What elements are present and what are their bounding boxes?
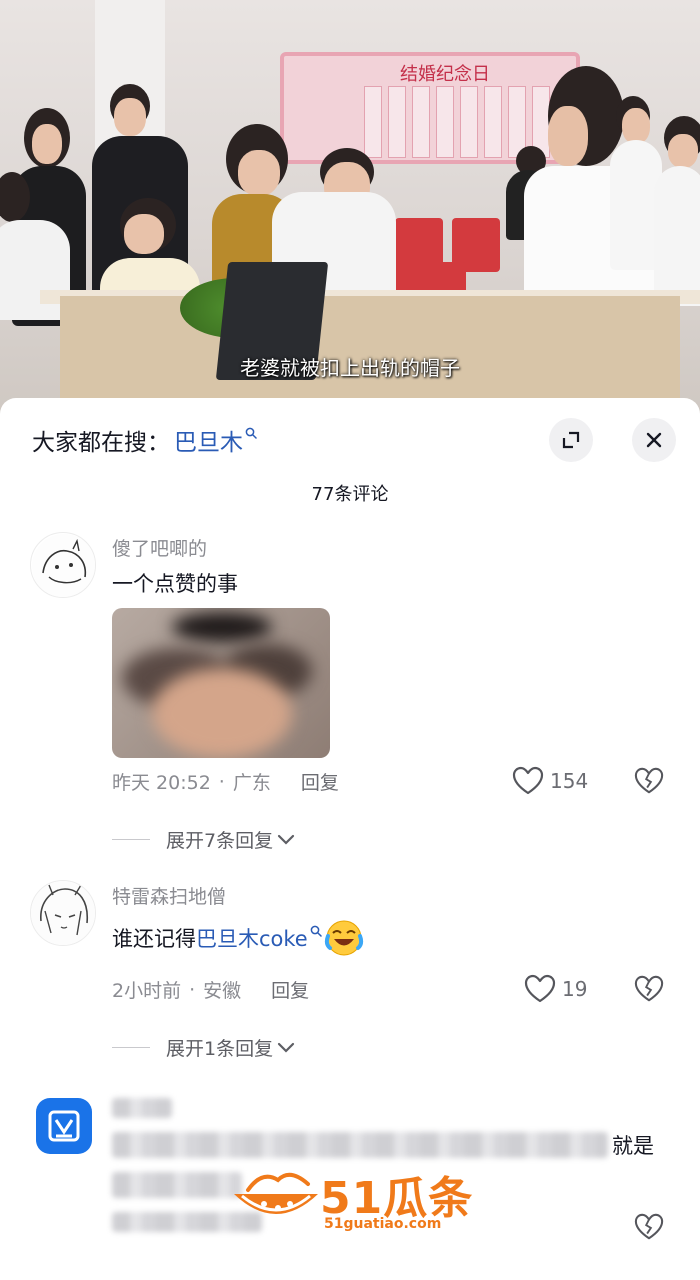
chevron-down-icon bbox=[277, 1042, 295, 1053]
comment-time: 2小时前 bbox=[112, 980, 182, 1002]
blurred-text bbox=[112, 1172, 242, 1198]
like-count: 19 bbox=[562, 977, 588, 1001]
dislike-button[interactable] bbox=[634, 766, 664, 800]
heart-icon bbox=[512, 766, 544, 795]
avatar-anime-icon bbox=[31, 881, 95, 945]
laughing-crying-emoji bbox=[324, 920, 363, 956]
broken-heart-icon bbox=[634, 1213, 664, 1240]
reply-button[interactable]: 回复 bbox=[301, 768, 339, 795]
comment-location: 广东 bbox=[232, 772, 271, 794]
meta-dot: · bbox=[189, 978, 196, 1001]
watermark: 51瓜条 51guatiao.com bbox=[228, 1160, 478, 1240]
comment-meta: 2小时前 · 安徽 回复 bbox=[112, 976, 309, 1003]
like-button[interactable]: 19 bbox=[524, 974, 587, 1004]
meta-dot: · bbox=[218, 770, 225, 793]
blurred-username bbox=[112, 1098, 172, 1118]
broken-heart-icon bbox=[634, 767, 664, 794]
chevron-down-icon bbox=[277, 834, 295, 845]
watermelon-logo-icon bbox=[234, 1172, 318, 1214]
comment-item: 特雷森扫地僧 谁还记得 巴旦木coke 2小时前 · 安徽 回复 19 展开1条… bbox=[0, 878, 700, 1078]
expand-replies-label: 展开1条回复 bbox=[166, 1038, 274, 1060]
comment-text: 谁还记得 巴旦木coke bbox=[112, 918, 364, 958]
watermark-url: 51guatiao.com bbox=[324, 1216, 442, 1232]
divider bbox=[112, 1047, 150, 1048]
expand-icon bbox=[562, 431, 580, 449]
comment-text: 一个点赞的事 bbox=[112, 572, 238, 596]
dislike-button[interactable] bbox=[634, 974, 664, 1008]
comment-meta: 昨天 20:52 · 广东 回复 bbox=[112, 768, 339, 795]
comment-username[interactable]: 傻了吧唧的 bbox=[112, 534, 207, 561]
avatar[interactable] bbox=[30, 532, 96, 598]
comment-count: 77条评论 bbox=[311, 484, 389, 505]
avatar[interactable] bbox=[30, 880, 96, 946]
reply-button[interactable]: 回复 bbox=[271, 976, 309, 1003]
search-mini-icon bbox=[245, 427, 257, 439]
comment-time: 昨天 20:52 bbox=[112, 772, 211, 794]
trending-search-prefix: 大家都在搜： bbox=[32, 430, 170, 456]
desk bbox=[60, 296, 680, 406]
trending-search[interactable]: 大家都在搜： 巴旦木 bbox=[32, 424, 257, 456]
comment-search-link[interactable]: 巴旦木coke bbox=[196, 923, 308, 953]
expand-replies-label: 展开7条回复 bbox=[166, 830, 274, 852]
dislike-button[interactable] bbox=[634, 1212, 664, 1246]
blurred-text bbox=[112, 1132, 608, 1158]
expand-replies[interactable]: 展开1条回复 bbox=[112, 1034, 295, 1061]
close-icon bbox=[646, 432, 662, 448]
video-player[interactable]: 结婚纪念日 老婆就被扣上出轨的帽子 bbox=[0, 0, 700, 420]
comment-username[interactable]: 特雷森扫地僧 bbox=[112, 882, 226, 909]
trending-search-term[interactable]: 巴旦木 bbox=[174, 423, 243, 457]
comment-text-tail: 就是 bbox=[612, 1134, 654, 1158]
comment-image[interactable] bbox=[112, 608, 330, 758]
like-button[interactable]: 154 bbox=[512, 766, 588, 796]
heart-icon bbox=[524, 974, 556, 1003]
avatar[interactable] bbox=[36, 1098, 92, 1154]
avatar-sketch-icon bbox=[32, 534, 95, 597]
divider bbox=[112, 839, 150, 840]
comment-item: 傻了吧唧的 一个点赞的事 昨天 20:52 · 广东 回复 154 展开7条回复 bbox=[0, 530, 700, 870]
close-button[interactable] bbox=[632, 418, 676, 462]
search-mini-icon bbox=[310, 925, 322, 937]
comment-location: 安徽 bbox=[203, 980, 242, 1002]
video-subtitle: 老婆就被扣上出轨的帽子 bbox=[240, 356, 460, 380]
app-logo-icon bbox=[48, 1110, 80, 1142]
expand-replies[interactable]: 展开7条回复 bbox=[112, 826, 295, 853]
broken-heart-icon bbox=[634, 975, 664, 1002]
comment-sheet: 大家都在搜： 巴旦木 77条评论 傻了吧唧的 一个点赞的事 昨天 20:52 ·… bbox=[0, 398, 700, 1280]
expand-sheet-button[interactable] bbox=[549, 418, 593, 462]
like-count: 154 bbox=[550, 769, 589, 793]
wall-sign: 结婚纪念日 bbox=[400, 64, 490, 85]
comment-text-prefix: 谁还记得 bbox=[112, 927, 196, 951]
